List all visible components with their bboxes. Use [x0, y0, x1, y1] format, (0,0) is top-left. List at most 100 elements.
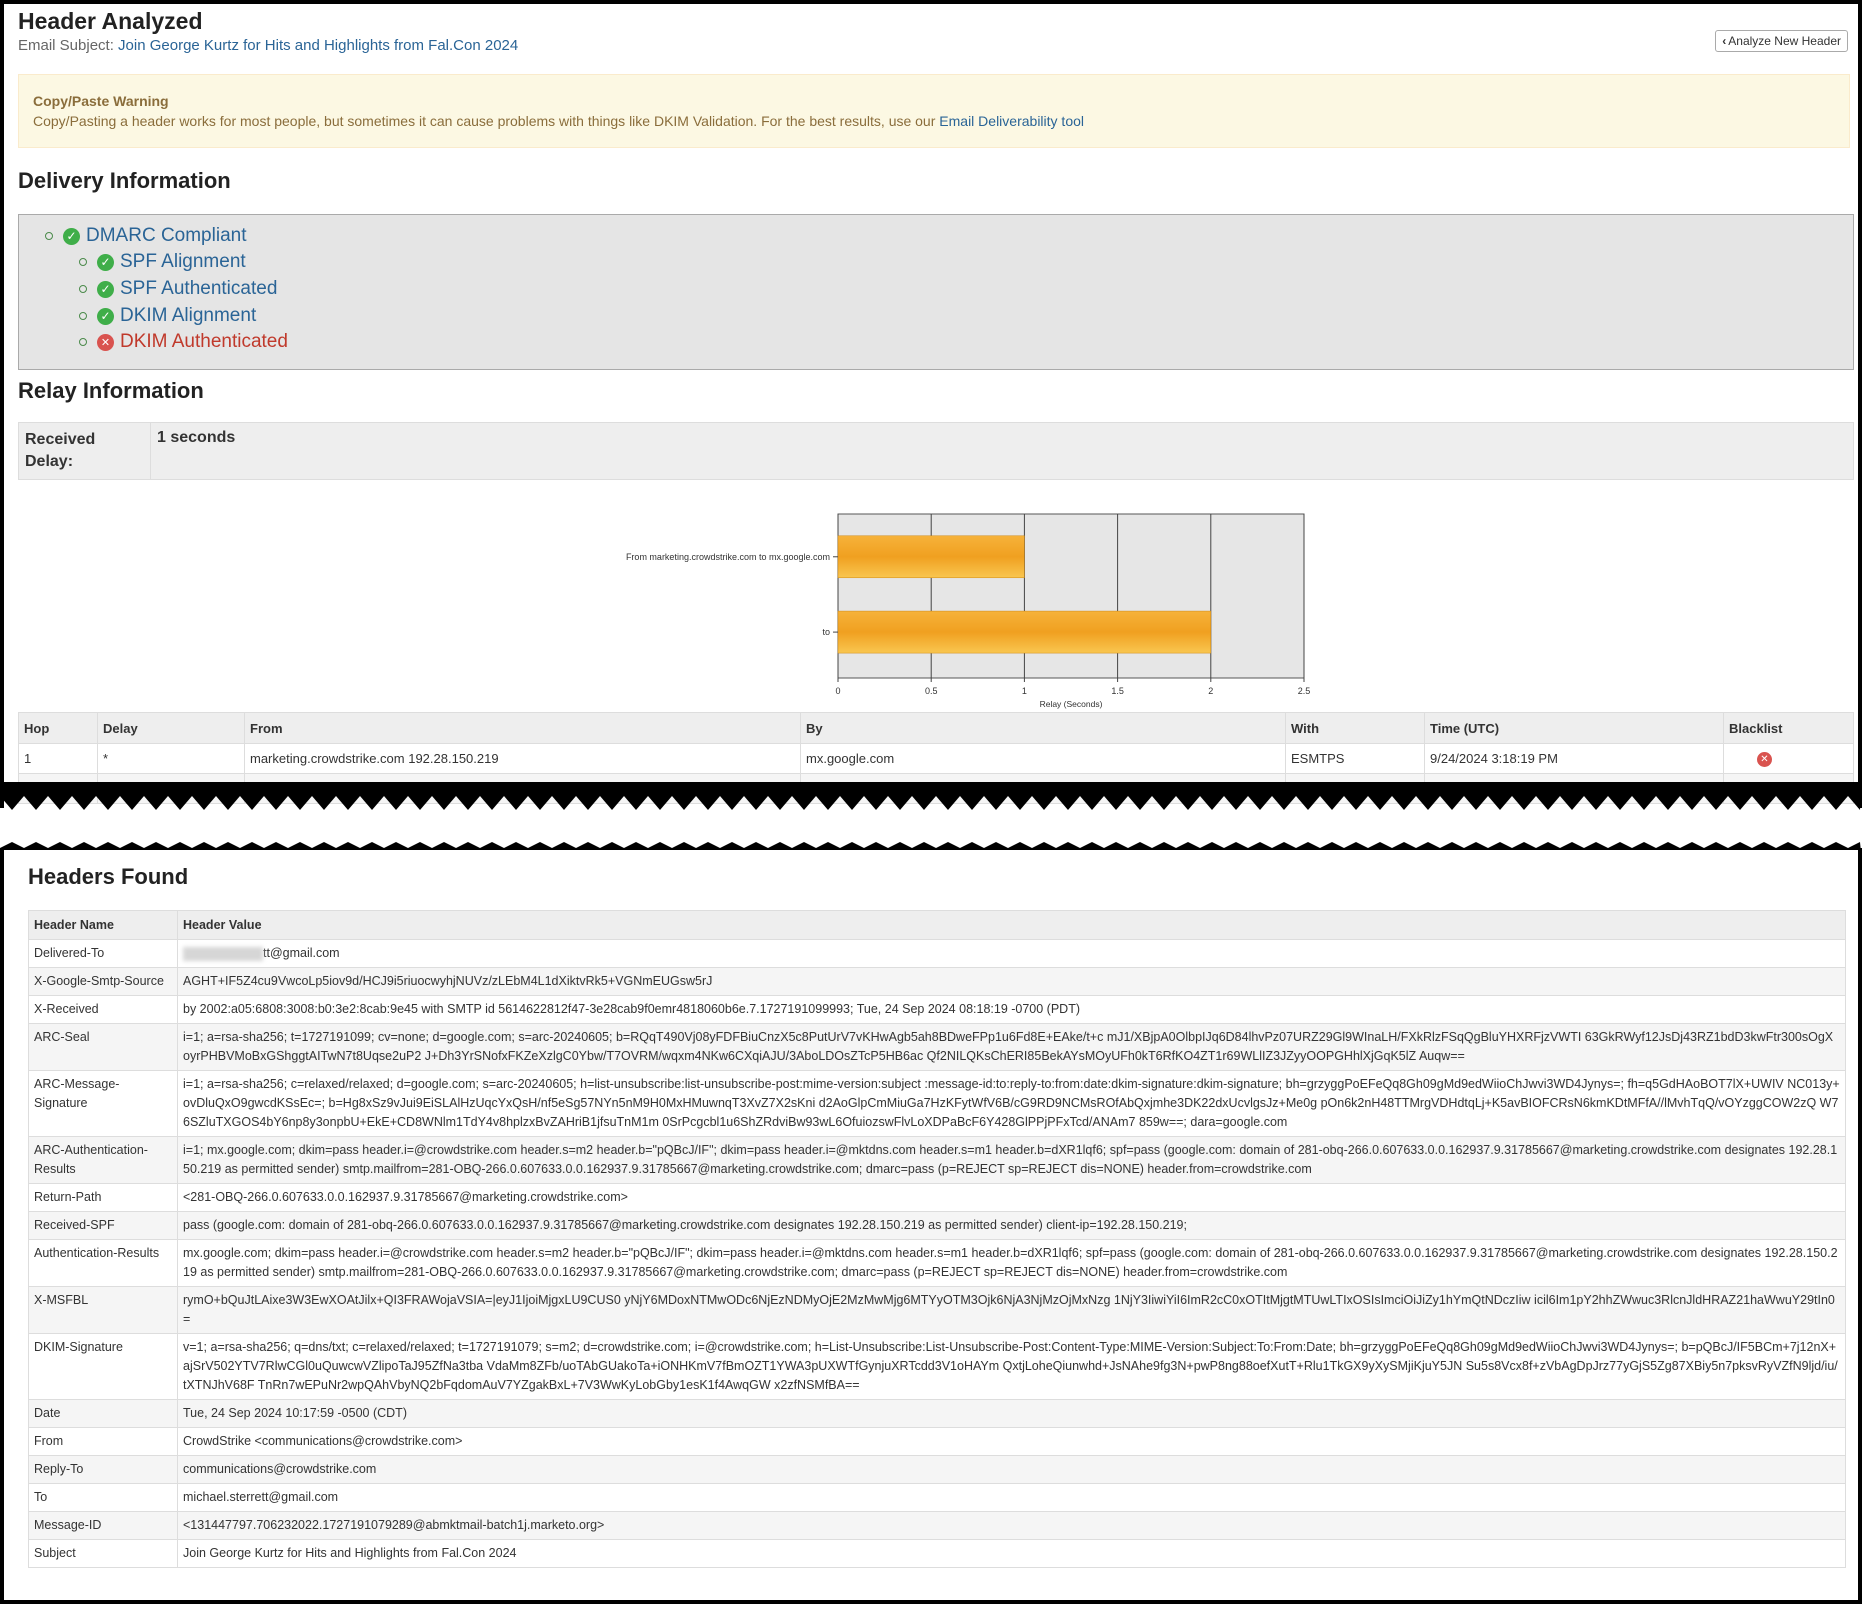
- col-hop: Hop: [18, 712, 98, 744]
- email-deliverability-tool-link[interactable]: Email Deliverability tool: [939, 113, 1084, 129]
- error-circle-icon[interactable]: ✕: [1757, 752, 1772, 767]
- header-row: X-MSFBL rymO+bQuJtLAixe3W3EwXOAtJilx+QI3F…: [28, 1286, 1846, 1334]
- email-subject-label: Email Subject:: [18, 37, 114, 54]
- bullet-icon: [79, 338, 87, 346]
- hop-cell: 1: [18, 743, 98, 774]
- warning-text-line: Copy/Pasting a header works for most peo…: [33, 113, 1835, 129]
- warning-title: Copy/Paste Warning: [33, 93, 169, 109]
- header-row: X-Google-Smtp-Source AGHT+IF5Z4cu9VwcoLp5…: [28, 967, 1846, 996]
- x-axis-label: Relay (Seconds): [1040, 699, 1103, 709]
- header-value-cell: <131447797.706232022.1727191079289@abmkt…: [177, 1511, 1846, 1540]
- headers-table-header: Header Name Header Value: [28, 910, 1846, 940]
- header-name-cell: DKIM-Signature: [28, 1333, 178, 1400]
- header-value-cell: Join George Kurtz for Hits and Highlight…: [177, 1539, 1846, 1568]
- header-value-cell: i=1; a=rsa-sha256; t=1727191099; cv=none…: [177, 1023, 1846, 1071]
- header-value-cell: tt@gmail.com: [177, 939, 1846, 968]
- email-subject-line: Email Subject: Join George Kurtz for Hit…: [18, 37, 518, 54]
- header-value-cell: pass (google.com: domain of 281-obq-266.…: [177, 1211, 1846, 1240]
- chevron-left-icon: ‹: [1722, 34, 1727, 48]
- delivery-information-heading: Delivery Information: [18, 168, 231, 193]
- x-tick-label: 2.5: [1298, 686, 1311, 696]
- header-row: ARC-Authentication-Results i=1; mx.google…: [28, 1136, 1846, 1184]
- header-value-cell: i=1; a=rsa-sha256; c=relaxed/relaxed; d=…: [177, 1070, 1846, 1137]
- col-header-name: Header Name: [28, 910, 178, 940]
- received-delay-box: Received Delay: 1 seconds: [18, 422, 1854, 480]
- from-cell: marketing.crowdstrike.com 192.28.150.219: [244, 743, 801, 774]
- header-row: Authentication-Results mx.google.com; dki…: [28, 1239, 1846, 1287]
- header-value-cell: Tue, 24 Sep 2024 10:17:59 -0500 (CDT): [177, 1399, 1846, 1428]
- torn-edge-fill: [4, 850, 1858, 862]
- check-dkim-alignment[interactable]: ✓ DKIM Alignment: [79, 305, 256, 327]
- check-label: DMARC Compliant: [86, 225, 247, 246]
- col-from: From: [244, 712, 801, 744]
- header-value-cell: mx.google.com; dkim=pass header.i=@crowd…: [177, 1239, 1846, 1287]
- x-tick-label: 0.5: [925, 686, 938, 696]
- header-name-cell: X-Google-Smtp-Source: [28, 967, 178, 996]
- redacted-text: [183, 946, 263, 961]
- col-header-value: Header Value: [177, 910, 1846, 940]
- bullet-icon: [79, 285, 87, 293]
- blacklist-cell: ✕: [1723, 743, 1854, 774]
- page-title: Header Analyzed: [18, 8, 203, 34]
- header-name-cell: ARC-Message-Signature: [28, 1070, 178, 1137]
- header-value-cell: <281-OBQ-266.0.607633.0.0.162937.9.31785…: [177, 1183, 1846, 1212]
- col-delay: Delay: [97, 712, 245, 744]
- col-blacklist: Blacklist: [1723, 712, 1854, 744]
- bullet-icon: [79, 258, 87, 266]
- header-name-cell: X-Received: [28, 995, 178, 1024]
- header-row: Message-ID <131447797.706232022.172719107…: [28, 1511, 1846, 1540]
- header-value-cell: by 2002:a05:6808:3008:b0:3e2:8cab:9e45 w…: [177, 995, 1846, 1024]
- headers-table: Header Name Header Value Delivered-To tt@…: [28, 910, 1846, 1568]
- header-row: ARC-Message-Signature i=1; a=rsa-sha256; …: [28, 1070, 1846, 1137]
- check-spf-authenticated[interactable]: ✓ SPF Authenticated: [79, 278, 277, 300]
- header-row: Date Tue, 24 Sep 2024 10:17:59 -0500 (CDT…: [28, 1399, 1846, 1428]
- x-tick-label: 0: [835, 686, 840, 696]
- header-name-cell: Date: [28, 1399, 178, 1428]
- header-name-cell: To: [28, 1483, 178, 1512]
- check-label: DKIM Authenticated: [120, 331, 288, 352]
- check-dmarc-compliant[interactable]: ✓ DMARC Compliant: [45, 225, 246, 247]
- warning-text: Copy/Pasting a header works for most peo…: [33, 113, 936, 129]
- headers-found-panel: Headers Found Header Name Header Value D…: [0, 848, 1862, 1604]
- email-subject-link[interactable]: Join George Kurtz for Hits and Highlight…: [118, 37, 518, 54]
- bullet-icon: [79, 312, 87, 320]
- header-value-cell: communications@crowdstrike.com: [177, 1455, 1846, 1484]
- header-row: From CrowdStrike <communications@crowdstr…: [28, 1427, 1846, 1456]
- header-value-cell: rymO+bQuJtLAixe3W3EwXOAtJilx+QI3FRAWojaV…: [177, 1286, 1846, 1334]
- torn-edge-bottom: [0, 840, 1862, 862]
- header-value-text: tt@gmail.com: [263, 946, 340, 960]
- header-analysis-panel: Header Analyzed Email Subject: Join Geor…: [0, 0, 1862, 808]
- torn-edge-top: [0, 782, 1862, 812]
- check-label: SPF Alignment: [120, 251, 246, 272]
- torn-edge-shape: [0, 782, 1862, 812]
- header-name-cell: From: [28, 1427, 178, 1456]
- header-row: DKIM-Signature v=1; a=rsa-sha256; q=dns/t…: [28, 1333, 1846, 1400]
- col-with: With: [1285, 712, 1425, 744]
- check-circle-icon: ✓: [97, 253, 114, 271]
- header-value-cell: CrowdStrike <communications@crowdstrike.…: [177, 1427, 1846, 1456]
- analyze-new-header-label: Analyze New Header: [1728, 34, 1841, 48]
- check-circle-icon: ✓: [97, 280, 114, 298]
- header-value-cell: michael.sterrett@gmail.com: [177, 1483, 1846, 1512]
- y-tick-label: to: [822, 627, 830, 637]
- y-tick-label: From marketing.crowdstrike.com to mx.goo…: [626, 552, 830, 562]
- with-cell: ESMTPS: [1285, 743, 1425, 774]
- header-name-cell: X-MSFBL: [28, 1286, 178, 1334]
- header-row: Reply-To communications@crowdstrike.com: [28, 1455, 1846, 1484]
- check-spf-alignment[interactable]: ✓ SPF Alignment: [79, 251, 246, 273]
- header-value-cell: AGHT+IF5Z4cu9VwcoLp5iov9d/HCJ9i5riuocwyh…: [177, 967, 1846, 996]
- header-row: To michael.sterrett@gmail.com: [28, 1483, 1846, 1512]
- check-label: SPF Authenticated: [120, 278, 278, 299]
- check-label: DKIM Alignment: [120, 305, 257, 326]
- bar: [837, 535, 1025, 579]
- time-cell: 9/24/2024 3:18:19 PM: [1424, 743, 1724, 774]
- header-row: Received-SPF pass (google.com: domain of …: [28, 1211, 1846, 1240]
- header-row: Delivered-To tt@gmail.com: [28, 939, 1846, 968]
- header-name-cell: Subject: [28, 1539, 178, 1568]
- check-dkim-authenticated[interactable]: ✕ DKIM Authenticated: [79, 331, 288, 353]
- analyze-new-header-button[interactable]: ‹ Analyze New Header: [1715, 30, 1848, 52]
- header-name-cell: Reply-To: [28, 1455, 178, 1484]
- received-delay-label: Received Delay:: [19, 423, 151, 479]
- relay-information-heading: Relay Information: [18, 378, 204, 403]
- copy-paste-warning: Copy/Paste Warning Copy/Pasting a header…: [18, 74, 1850, 148]
